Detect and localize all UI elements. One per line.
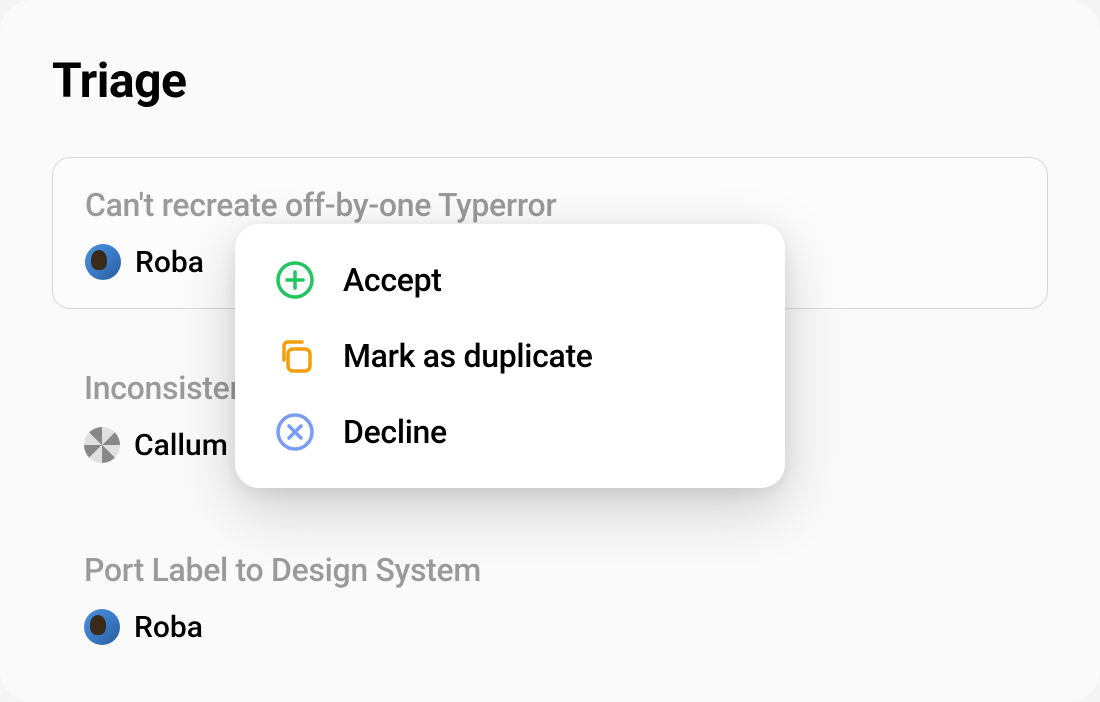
triage-panel: Triage Can't recreate off-by-one Typerro…	[0, 0, 1100, 702]
menu-item-duplicate[interactable]: Mark as duplicate	[263, 324, 757, 388]
issue-assignee: Roba	[84, 609, 1016, 645]
x-circle-icon	[275, 412, 315, 452]
menu-item-label: Accept	[343, 261, 442, 299]
avatar	[84, 609, 120, 645]
issue-title: Port Label to Design System	[84, 551, 1016, 589]
assignee-name: Callum	[134, 428, 228, 463]
menu-item-accept[interactable]: Accept	[263, 248, 757, 312]
menu-item-label: Decline	[343, 413, 447, 451]
avatar	[85, 244, 121, 280]
assignee-name: Roba	[134, 610, 203, 645]
copy-icon	[275, 336, 315, 376]
avatar	[84, 427, 120, 463]
assignee-name: Roba	[135, 245, 204, 280]
menu-item-decline[interactable]: Decline	[263, 400, 757, 464]
issue-title: Can't recreate off-by-one Typerror	[85, 186, 1015, 224]
context-menu: Accept Mark as duplicate Decline	[235, 224, 785, 488]
issue-item[interactable]: Port Label to Design System Roba	[52, 523, 1048, 673]
menu-item-label: Mark as duplicate	[343, 337, 593, 375]
plus-circle-icon	[275, 260, 315, 300]
page-title: Triage	[52, 52, 1048, 109]
